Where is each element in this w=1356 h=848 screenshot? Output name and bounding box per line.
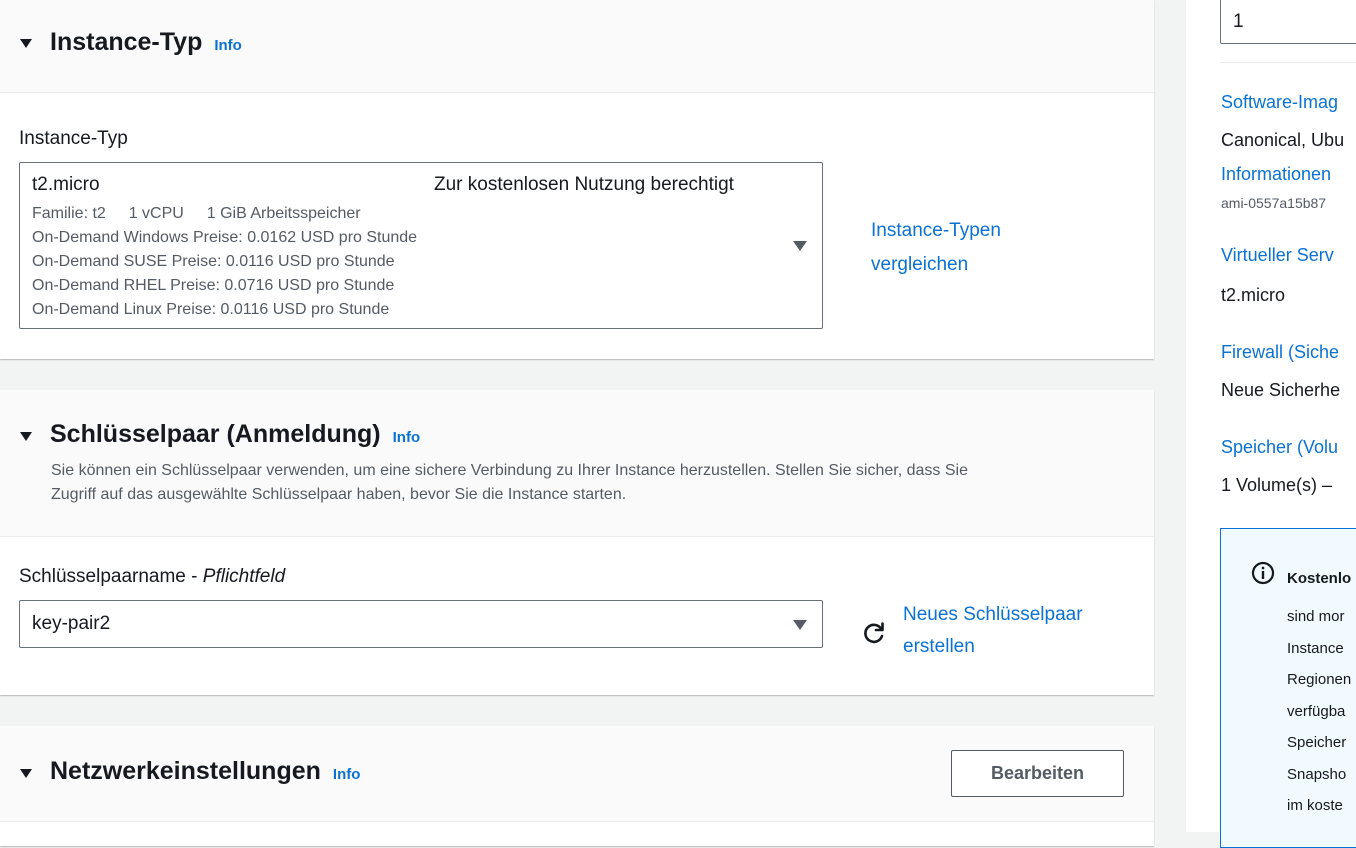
- edit-button[interactable]: Bearbeiten: [951, 750, 1124, 797]
- software-image-label[interactable]: Software-Imag: [1221, 92, 1338, 113]
- price-linux: On-Demand Linux Preise: 0.0116 USD pro S…: [32, 301, 390, 318]
- storage-label[interactable]: Speicher (Volu: [1221, 437, 1338, 458]
- ami-id: ami-0557a15b87: [1221, 195, 1327, 211]
- free-tier-line: verfügba: [1287, 702, 1346, 720]
- price-suse: On-Demand SUSE Preise: 0.0116 USD pro St…: [32, 253, 395, 270]
- free-tier-text: sind mor Instance Regionen verfügba Spei…: [1287, 601, 1351, 822]
- free-tier-line: sind mor: [1287, 608, 1345, 625]
- key-pair-description: Sie können ein Schlüsselpaar verwenden, …: [51, 459, 968, 507]
- key-pair-header[interactable]: Schlüsselpaar (Anmeldung) Info Sie können…: [0, 390, 1154, 537]
- free-tier-line: Regionen: [1287, 671, 1352, 688]
- firewall-value: Neue Sicherhe: [1221, 380, 1341, 400]
- create-link-line-1[interactable]: Neues Schlüsselpaar: [903, 599, 1083, 631]
- key-pair-selected-value: key-pair2: [32, 613, 111, 634]
- memory-value: 1 GiB Arbeitsspeicher: [206, 205, 361, 222]
- info-link[interactable]: Info: [214, 37, 242, 54]
- key-pair-select[interactable]: key-pair2: [19, 600, 823, 648]
- virtual-server-value: t2.micro: [1221, 285, 1286, 305]
- free-tier-info-box: Kostenlo sind mor Instance Regionen verf…: [1220, 528, 1356, 848]
- free-tier-line: Snapsho: [1287, 765, 1347, 783]
- compare-instance-types-link[interactable]: Instance-Typen vergleichen: [871, 214, 1001, 282]
- instance-count-input[interactable]: 1: [1220, 0, 1356, 44]
- storage-value: 1 Volume(s) –: [1221, 475, 1333, 495]
- free-tier-title: Kostenlo: [1287, 570, 1352, 587]
- section-title: Schlüsselpaar (Anmeldung) Info: [50, 420, 420, 449]
- free-tier-line: im koste: [1287, 797, 1343, 814]
- create-link-line-2[interactable]: erstellen: [903, 631, 1083, 663]
- section-title: Netzwerkeinstellungen Info: [50, 757, 360, 786]
- required-marker: Pflichtfeld: [202, 566, 286, 587]
- free-tier-label: Zur kostenlosen Nutzung berechtigt: [434, 174, 734, 195]
- caret-down-icon[interactable]: [20, 39, 32, 48]
- key-pair-title: Schlüsselpaar (Anmeldung): [50, 420, 381, 448]
- instance-type-select[interactable]: t2.micro Zur kostenlosen Nutzung berecht…: [19, 162, 823, 329]
- family-value: Familie: t2: [32, 205, 106, 222]
- refresh-icon[interactable]: [861, 620, 887, 646]
- info-link[interactable]: Info: [393, 429, 421, 446]
- network-settings-panel: Netzwerkeinstellungen Info Bearbeiten: [0, 726, 1154, 846]
- network-settings-header[interactable]: Netzwerkeinstellungen Info Bearbeiten: [0, 726, 1154, 822]
- free-tier-line: Speicher: [1287, 734, 1347, 751]
- key-pair-panel: Schlüsselpaar (Anmeldung) Info Sie können…: [0, 390, 1154, 695]
- vcpu-value: 1 vCPU: [128, 205, 184, 222]
- dropdown-caret-icon[interactable]: [793, 620, 807, 630]
- instance-type-header[interactable]: Instance-Typ Info: [0, 0, 1154, 93]
- free-tier-line: Instance: [1287, 639, 1344, 657]
- create-key-pair-link[interactable]: Neues Schlüsselpaar erstellen: [903, 599, 1083, 663]
- caret-down-icon[interactable]: [20, 432, 32, 441]
- price-rhel: On-Demand RHEL Preise: 0.0716 USD pro St…: [32, 277, 395, 294]
- instance-type-label: Instance-Typ: [19, 128, 128, 149]
- compare-link-line-1[interactable]: Instance-Typen: [871, 214, 1001, 248]
- firewall-label[interactable]: Firewall (Siche: [1221, 342, 1339, 363]
- instance-type-panel: Instance-Typ Info Instance-Typ t2.micro Z…: [0, 0, 1154, 359]
- description-line-1: Sie können ein Schlüsselpaar verwenden, …: [51, 462, 968, 479]
- key-pair-label-text: Schlüsselpaarname -: [19, 566, 203, 587]
- instance-type-name: t2.micro: [32, 174, 100, 195]
- instance-type-specs: Familie: t2 1 vCPU 1 GiB Arbeitsspeicher: [32, 202, 361, 226]
- dropdown-caret-icon[interactable]: [793, 241, 807, 251]
- compare-link-line-2[interactable]: vergleichen: [871, 248, 1001, 282]
- instance-count-value: 1: [1233, 11, 1244, 32]
- software-image-info-link[interactable]: Informationen: [1221, 164, 1331, 185]
- caret-down-icon[interactable]: [20, 769, 32, 778]
- virtual-server-label[interactable]: Virtueller Serv: [1221, 245, 1334, 266]
- network-settings-title: Netzwerkeinstellungen: [50, 757, 321, 785]
- info-link[interactable]: Info: [333, 766, 361, 783]
- price-windows: On-Demand Windows Preise: 0.0162 USD pro…: [32, 229, 418, 246]
- description-line-2: Zugriff auf das ausgewählte Schlüsselpaa…: [51, 486, 627, 503]
- section-title: Instance-Typ Info: [50, 28, 242, 57]
- software-image-value: Canonical, Ubu: [1221, 130, 1345, 150]
- summary-divider: [1220, 62, 1356, 63]
- info-circle-icon: [1251, 561, 1275, 585]
- instance-type-title: Instance-Typ: [50, 28, 203, 56]
- key-pair-name-label: Schlüsselpaarname - Pflichtfeld: [19, 566, 285, 588]
